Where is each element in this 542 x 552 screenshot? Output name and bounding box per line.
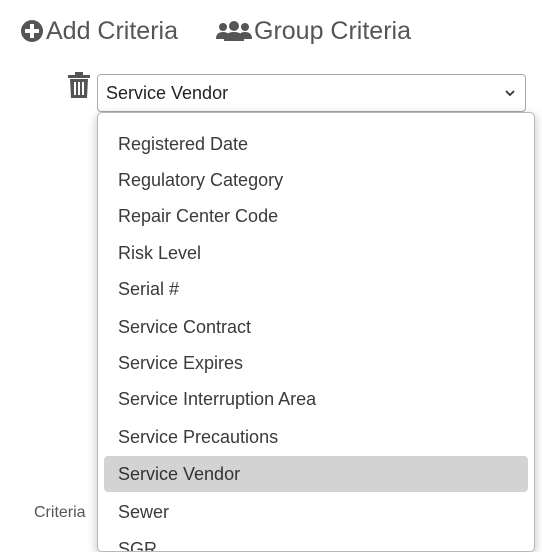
criteria-side-label: Criteria — [34, 504, 86, 521]
criteria-panel — [0, 112, 97, 542]
dropdown-option[interactable]: Registered Date — [104, 126, 528, 162]
dropdown-option[interactable]: Service Contract — [104, 309, 528, 345]
criteria-field-value: Service Vendor — [106, 82, 229, 103]
dropdown-option[interactable]: Service Expires — [104, 345, 528, 381]
dropdown-option[interactable]: Service Precautions — [104, 419, 528, 455]
dropdown-option[interactable]: Service Interruption Area — [104, 381, 528, 417]
dropdown-option[interactable]: SGR — [104, 531, 528, 552]
dropdown-option[interactable]: Serial # — [104, 271, 528, 307]
dropdown-option[interactable]: Service Vendor — [104, 456, 528, 492]
dropdown-option[interactable]: Sewer — [104, 494, 528, 530]
group-criteria-button[interactable]: Group Criteria — [216, 17, 411, 46]
criteria-toolbar: Add Criteria Group Criteria — [20, 14, 411, 48]
criteria-field-select[interactable]: Service Vendor — [97, 74, 526, 112]
group-criteria-label: Group Criteria — [254, 16, 411, 45]
add-criteria-button[interactable]: Add Criteria — [20, 17, 178, 46]
trash-icon[interactable] — [68, 72, 90, 98]
add-criteria-label: Add Criteria — [46, 16, 178, 45]
chevron-down-icon — [505, 90, 515, 97]
criteria-field-dropdown[interactable]: Registered Date Regulatory Category Repair… — [97, 112, 535, 552]
plus-circle-icon — [21, 20, 43, 42]
users-icon — [216, 21, 252, 41]
dropdown-option[interactable]: Repair Center Code — [104, 198, 528, 234]
dropdown-option[interactable]: Regulatory Category — [104, 162, 528, 198]
dropdown-option[interactable]: Risk Level — [104, 235, 528, 271]
